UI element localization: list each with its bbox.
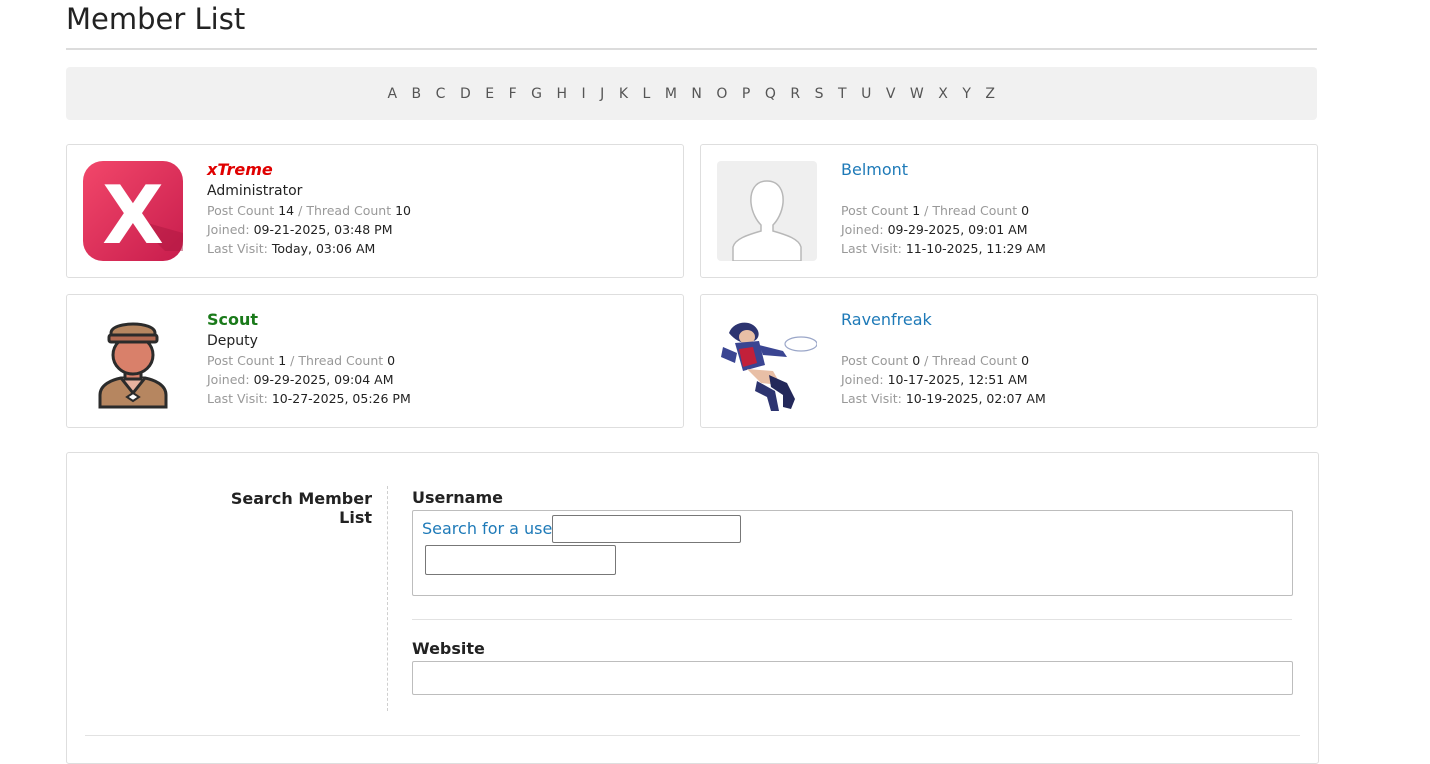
letter-link-p[interactable]: P xyxy=(742,86,751,102)
member-name-link[interactable]: Belmont xyxy=(841,160,1046,180)
username-label: Username xyxy=(412,488,503,507)
username-input[interactable] xyxy=(552,515,741,543)
member-counts: Post Count 0 / Thread Count 0 xyxy=(841,353,1030,368)
letter-link-w[interactable]: W xyxy=(910,86,924,102)
member-counts: Post Count 1 / Thread Count 0 xyxy=(207,353,396,368)
page-title: Member List xyxy=(66,2,246,36)
member-role xyxy=(841,332,1046,351)
panel-divider xyxy=(387,486,388,711)
website-label: Website xyxy=(412,639,485,658)
letter-link-a[interactable]: A xyxy=(387,86,397,102)
member-joined: Joined: 09-29-2025, 09:01 AM xyxy=(841,222,1028,237)
title-divider xyxy=(66,48,1317,50)
letter-link-z[interactable]: Z xyxy=(985,86,995,102)
letter-link-k[interactable]: K xyxy=(619,86,629,102)
member-joined: Joined: 09-29-2025, 09:04 AM xyxy=(207,372,394,387)
member-joined: Joined: 10-17-2025, 12:51 AM xyxy=(841,372,1028,387)
member-role: Administrator xyxy=(207,183,303,199)
member-name-link[interactable]: Ravenfreak xyxy=(841,310,1046,330)
x-logo-avatar[interactable]: X xyxy=(83,161,183,262)
letter-link-u[interactable]: U xyxy=(861,86,872,102)
member-role xyxy=(841,182,1046,201)
member-role: Deputy xyxy=(207,333,258,349)
letter-link-m[interactable]: M xyxy=(665,86,678,102)
search-member-panel: Search Member List Username Search for a… xyxy=(66,452,1319,764)
anime-character-avatar[interactable] xyxy=(717,311,818,411)
alphabet-filter-bar: A B C D E F G H I J K L M N O P Q R S T … xyxy=(66,67,1317,120)
member-card: Ravenfreak Post Count 0 / Thread Count 0… xyxy=(700,294,1318,428)
letter-link-f[interactable]: F xyxy=(509,86,518,102)
member-counts: Post Count 14 / Thread Count 10 xyxy=(207,203,412,218)
website-input[interactable] xyxy=(412,661,1293,695)
member-joined: Joined: 09-21-2025, 03:48 PM xyxy=(207,222,393,237)
letter-link-e[interactable]: E xyxy=(485,86,494,102)
member-name-link[interactable]: xTreme xyxy=(207,160,411,180)
letter-link-n[interactable]: N xyxy=(691,86,702,102)
member-last-visit: Last Visit: 10-19-2025, 02:07 AM xyxy=(841,391,1046,406)
letter-link-l[interactable]: L xyxy=(643,86,651,102)
panel-bottom-divider xyxy=(85,735,1300,736)
letter-link-q[interactable]: Q xyxy=(765,86,777,102)
letter-link-j[interactable]: J xyxy=(600,86,605,102)
letter-link-o[interactable]: O xyxy=(716,86,728,102)
letter-link-x[interactable]: X xyxy=(938,86,948,102)
letter-link-t[interactable]: T xyxy=(838,86,847,102)
member-card: X xTreme Administrator Post Count 14 / T… xyxy=(66,144,684,278)
default-person-avatar[interactable] xyxy=(717,161,817,262)
username-search-box: Search for a user xyxy=(412,510,1293,596)
svg-text:X: X xyxy=(102,169,164,261)
letter-link-c[interactable]: C xyxy=(436,86,446,102)
letter-link-s[interactable]: S xyxy=(815,86,824,102)
member-card: Scout Deputy Post Count 1 / Thread Count… xyxy=(66,294,684,428)
letter-link-r[interactable]: R xyxy=(790,86,800,102)
search-for-user-link[interactable]: Search for a user xyxy=(422,519,559,538)
letter-link-i[interactable]: I xyxy=(582,86,587,102)
letter-link-v[interactable]: V xyxy=(886,86,896,102)
member-card: Belmont Post Count 1 / Thread Count 0 Jo… xyxy=(700,144,1318,278)
letter-link-d[interactable]: D xyxy=(460,86,471,102)
search-panel-heading: Search Member List xyxy=(230,489,372,527)
letter-link-b[interactable]: B xyxy=(412,86,422,102)
member-name-link[interactable]: Scout xyxy=(207,310,411,330)
member-counts: Post Count 1 / Thread Count 0 xyxy=(841,203,1030,218)
letter-link-y[interactable]: Y xyxy=(962,86,971,102)
letter-link-g[interactable]: G xyxy=(531,86,542,102)
field-separator xyxy=(412,619,1292,620)
member-last-visit: Last Visit: 11-10-2025, 11:29 AM xyxy=(841,241,1046,256)
scout-character-avatar[interactable] xyxy=(83,311,183,411)
member-last-visit: Last Visit: Today, 03:06 AM xyxy=(207,241,376,256)
username-input-secondary[interactable] xyxy=(425,545,616,575)
member-last-visit: Last Visit: 10-27-2025, 05:26 PM xyxy=(207,391,411,406)
letter-link-h[interactable]: H xyxy=(557,86,568,102)
